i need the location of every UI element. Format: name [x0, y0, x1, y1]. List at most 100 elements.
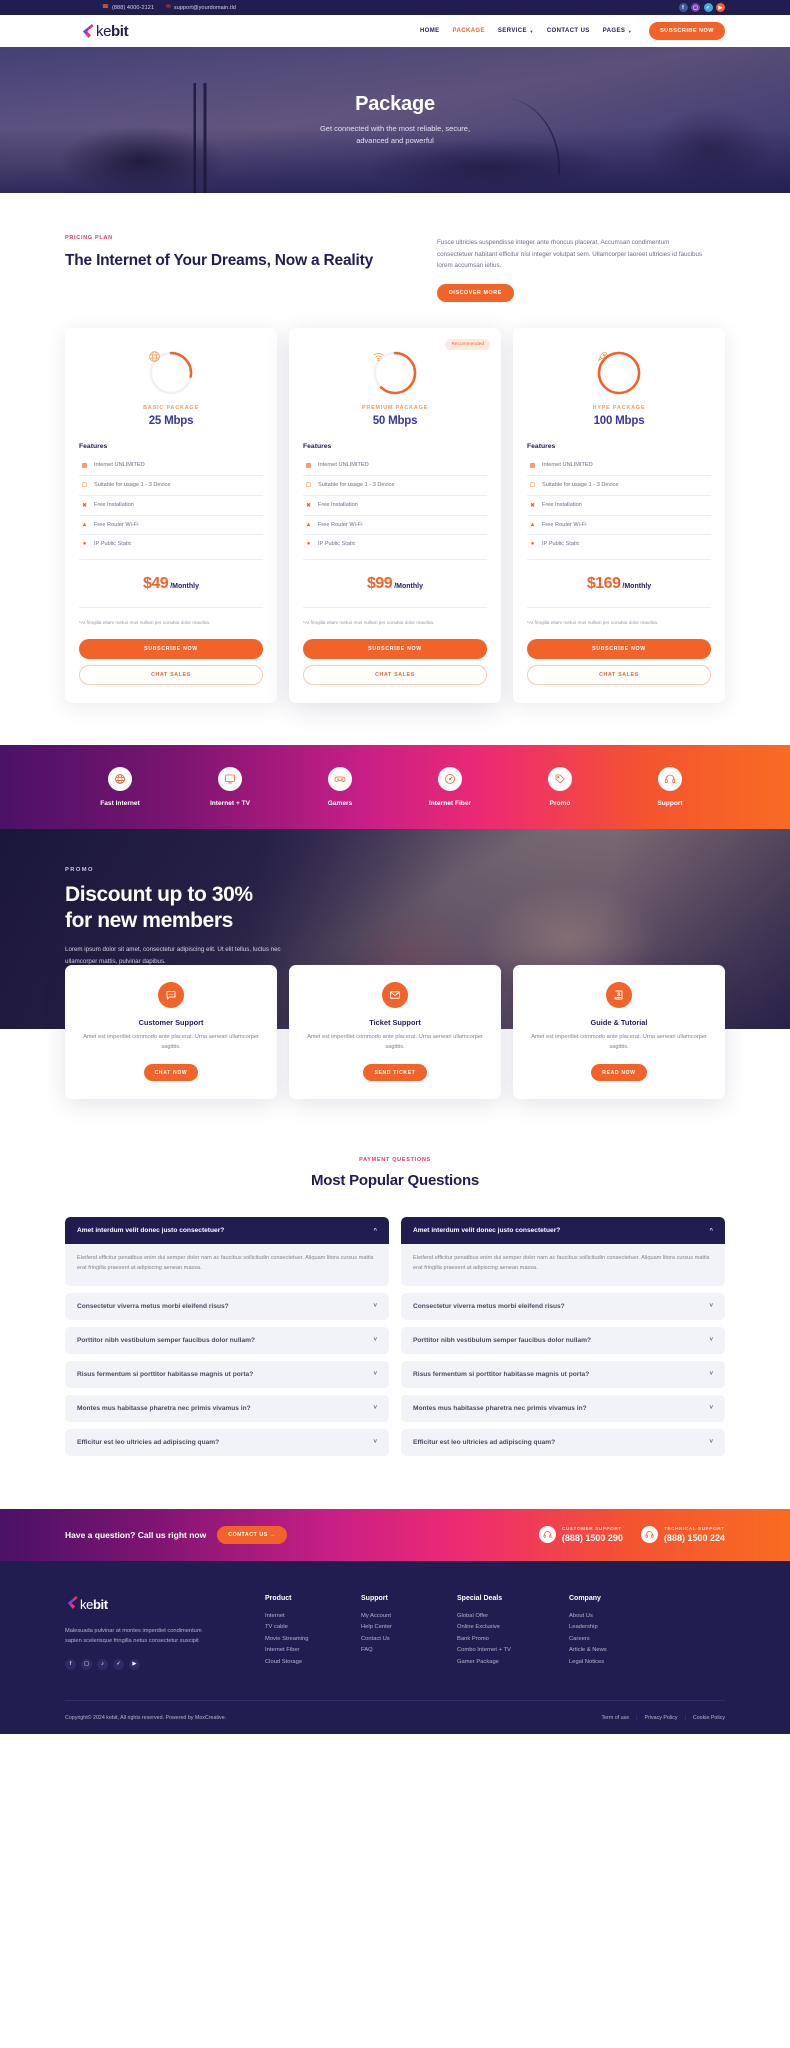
plan-chat-sales-button[interactable]: CHAT SALES — [303, 665, 487, 686]
plan-card-premium[interactable]: Recommended PREMIUM PACKAGE 50 Mbps Feat… — [289, 327, 501, 704]
faq-item[interactable]: Amet interdum velit donec justo consecte… — [65, 1217, 389, 1286]
instagram-icon[interactable]: ▢ — [81, 1658, 92, 1670]
support-card-guide-tutorial[interactable]: Guide & Tutorial Amet est imperdiet comm… — [513, 965, 725, 1100]
footer-link[interactable]: Combo Internet + TV — [457, 1647, 569, 1653]
faq-question[interactable]: Consectetur viverra metus morbi eleifend… — [65, 1292, 389, 1320]
footer-columns: kebit Malesuada pulvinar at montes imper… — [65, 1595, 725, 1671]
footer-link[interactable]: Online Exclusive — [457, 1624, 569, 1630]
legal-link-cookie-policy[interactable]: Cookie Policy — [693, 1715, 725, 1721]
plan-card-basic[interactable]: BASIC PACKAGE 25 Mbps Features ▩ Internet… — [65, 327, 277, 704]
faq-question[interactable]: Risus fermentum si porttitor habitasse m… — [65, 1360, 389, 1388]
service-item-promo[interactable]: Promo — [505, 767, 615, 807]
contact-us-button[interactable]: CONTACT US → — [217, 1525, 287, 1544]
support-card-button[interactable]: CHAT NOW — [143, 1064, 199, 1082]
faq-question[interactable]: Efficitur est leo ultricies ad adipiscin… — [65, 1428, 389, 1456]
chevron-down-icon: ˅ — [373, 1371, 377, 1378]
footer-link[interactable]: About Us — [569, 1613, 665, 1619]
kebit-logo-icon — [80, 23, 94, 39]
footer-link[interactable]: TV cable — [265, 1624, 361, 1630]
service-item-internet-fiber[interactable]: Internet Fiber — [395, 767, 505, 807]
nav-item-service[interactable]: SERVICE ▼ — [498, 28, 534, 34]
footer-link[interactable]: Careers — [569, 1636, 665, 1642]
faq-item[interactable]: Porttitor nibh vestibulum semper faucibu… — [65, 1326, 389, 1354]
legal-link-privacy-policy[interactable]: Privacy Policy — [645, 1715, 678, 1721]
faq-question[interactable]: Consectetur viverra metus morbi eleifend… — [401, 1292, 725, 1320]
support-card-customer-support[interactable]: Customer Support Amet est imperdiet comm… — [65, 965, 277, 1100]
service-item-gamers[interactable]: Gamers — [285, 767, 395, 807]
service-item-support[interactable]: Support — [615, 767, 725, 807]
plan-chat-sales-button[interactable]: CHAT SALES — [79, 665, 263, 686]
chevron-down-icon: ▼ — [529, 28, 534, 34]
nav-item-pages[interactable]: PAGES ▼ — [603, 28, 632, 34]
plan-subscribe-button[interactable]: SUBSCRIBE NOW — [79, 639, 263, 660]
faq-item[interactable]: Efficitur est leo ultricies ad adipiscin… — [401, 1428, 725, 1456]
faq-item[interactable]: Risus fermentum si porttitor habitasse m… — [401, 1360, 725, 1388]
faq-item[interactable]: Amet interdum velit donec justo consecte… — [401, 1217, 725, 1286]
footer-link[interactable]: Internet Fiber — [265, 1647, 361, 1653]
faq-question[interactable]: Montes mus habitasse pharetra nec primis… — [65, 1394, 389, 1422]
faq-question[interactable]: Montes mus habitasse pharetra nec primis… — [401, 1394, 725, 1422]
faq-item[interactable]: Montes mus habitasse pharetra nec primis… — [401, 1394, 725, 1422]
footer-link[interactable]: FAQ — [361, 1647, 457, 1653]
youtube-icon[interactable]: ▶ — [129, 1658, 140, 1670]
faq-question[interactable]: Amet interdum velit donec justo consecte… — [401, 1217, 725, 1245]
service-item-fast-internet[interactable]: Fast Internet — [65, 767, 175, 807]
faq-question[interactable]: Amet interdum velit donec justo consecte… — [65, 1217, 389, 1245]
footer-link[interactable]: Gamer Package — [457, 1659, 569, 1665]
facebook-icon[interactable]: f — [65, 1658, 76, 1670]
faq-item[interactable]: Consectetur viverra metus morbi eleifend… — [65, 1292, 389, 1320]
plan-chat-sales-button[interactable]: CHAT SALES — [527, 665, 711, 686]
plan-subscribe-button[interactable]: SUBSCRIBE NOW — [303, 639, 487, 660]
brand-logo[interactable]: kebit — [80, 23, 129, 40]
nav-item-home[interactable]: HOME — [420, 28, 440, 34]
footer-link[interactable]: Legal Notices — [569, 1659, 665, 1665]
faq-item[interactable]: Porttitor nibh vestibulum semper faucibu… — [401, 1326, 725, 1354]
plan-subscribe-button[interactable]: SUBSCRIBE NOW — [527, 639, 711, 660]
faq-question[interactable]: Efficitur est leo ultricies ad adipiscin… — [401, 1428, 725, 1456]
footer-link[interactable]: Article & News — [569, 1647, 665, 1653]
book-user-icon — [606, 982, 632, 1009]
service-label: Internet Fiber — [428, 800, 472, 808]
cta-phone-number: (888) 1500 224 — [663, 1532, 725, 1543]
subscribe-now-button[interactable]: SUBSCRIBE NOW — [649, 22, 725, 40]
instagram-icon[interactable]: ▢ — [691, 3, 700, 12]
footer-link[interactable]: Cloud Storage — [265, 1659, 361, 1665]
nav-item-contact-us[interactable]: CONTACT US — [547, 28, 590, 34]
facebook-icon[interactable]: f — [678, 3, 688, 12]
support-card-button[interactable]: READ NOW — [591, 1064, 647, 1082]
faq-item[interactable]: Consectetur viverra metus morbi eleifend… — [401, 1292, 725, 1320]
faq-question[interactable]: Risus fermentum si porttitor habitasse m… — [401, 1360, 725, 1388]
cta-phone-technical-support[interactable]: TECHNICAL SUPPORT (888) 1500 224 — [640, 1526, 725, 1544]
footer-link[interactable]: Movie Streaming — [265, 1636, 361, 1642]
twitter-icon[interactable]: ✓ — [113, 1658, 124, 1670]
footer-link[interactable]: Internet — [265, 1613, 361, 1619]
faq-item[interactable]: Risus fermentum si porttitor habitasse m… — [65, 1360, 389, 1388]
page-root: ☎ (888) 4000-2121 ✉ support@yourdomain.t… — [0, 0, 790, 1735]
footer-logo[interactable]: kebit — [65, 1595, 265, 1615]
footer-link[interactable]: Contact Us — [361, 1636, 457, 1642]
footer-link[interactable]: Global Offer — [457, 1613, 569, 1619]
footer-link[interactable]: Bank Promo — [457, 1636, 569, 1642]
faq-question[interactable]: Porttitor nibh vestibulum semper faucibu… — [65, 1326, 389, 1354]
plan-card-hype[interactable]: HYPE PACKAGE 100 Mbps Features ▩ Internet… — [513, 327, 725, 704]
footer-link[interactable]: Help Center — [361, 1624, 457, 1630]
faq-question[interactable]: Porttitor nibh vestibulum semper faucibu… — [401, 1326, 725, 1354]
support-card-button[interactable]: SEND TICKET — [363, 1064, 427, 1082]
faq-item[interactable]: Efficitur est leo ultricies ad adipiscin… — [65, 1428, 389, 1456]
topbar-email[interactable]: ✉ support@yourdomain.tld — [166, 4, 236, 10]
support-card-ticket-support[interactable]: Ticket Support Amet est imperdiet commod… — [289, 965, 501, 1100]
legal-link-term-of-use[interactable]: Term of use — [601, 1715, 629, 1721]
faq-item[interactable]: Montes mus habitasse pharetra nec primis… — [65, 1394, 389, 1422]
service-item-internet-tv[interactable]: Internet + TV — [175, 767, 285, 807]
topbar-phone[interactable]: ☎ (888) 4000-2121 — [102, 4, 154, 10]
youtube-icon[interactable]: ▶ — [716, 3, 725, 12]
footer-link[interactable]: My Account — [361, 1613, 457, 1619]
nav-item-package[interactable]: PACKAGE — [453, 28, 485, 34]
twitter-icon[interactable]: ✓ — [703, 3, 713, 12]
discover-more-button[interactable]: DISCOVER MORE — [437, 283, 514, 302]
cta-phone-label: TECHNICAL SUPPORT — [663, 1526, 725, 1532]
footer-column-special-deals: Special Deals Global Offer Online Exclus… — [457, 1595, 569, 1671]
cta-phone-customer-support[interactable]: CUSTOMER SUPPORT (888) 1500 290 — [538, 1526, 623, 1544]
footer-link[interactable]: Leadership — [569, 1624, 665, 1630]
tiktok-icon[interactable]: ♪ — [97, 1658, 108, 1670]
